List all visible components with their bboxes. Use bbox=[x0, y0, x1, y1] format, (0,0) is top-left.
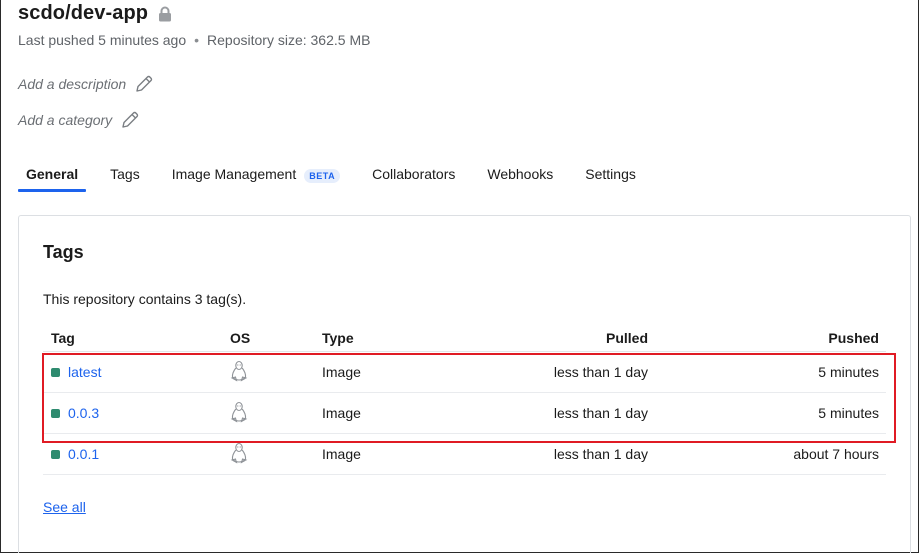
pencil-icon bbox=[120, 110, 140, 130]
status-dot-icon bbox=[51, 408, 60, 418]
tag-cell: 0.0.1 bbox=[43, 446, 208, 462]
repo-tabs: General Tags Image Management BETA Colla… bbox=[18, 162, 660, 192]
tab-label: Image Management bbox=[171, 166, 297, 182]
tag-link[interactable]: 0.0.1 bbox=[68, 446, 99, 462]
column-header-type: Type bbox=[322, 329, 354, 346]
status-dot-icon bbox=[51, 367, 60, 377]
tab-webhooks[interactable]: Webhooks bbox=[479, 162, 561, 192]
tab-collaborators[interactable]: Collaborators bbox=[364, 162, 463, 192]
os-cell bbox=[208, 360, 298, 385]
tag-cell: latest bbox=[43, 364, 208, 380]
tags-table: Tag OS Type Pulled Pushed latest Image l… bbox=[43, 324, 886, 475]
repo-header: scdo/dev-app bbox=[18, 2, 172, 25]
type-cell: Image bbox=[322, 364, 361, 380]
repo-meta: Last pushed 5 minutes ago • Repository s… bbox=[18, 32, 370, 48]
add-description-label: Add a description bbox=[18, 76, 127, 92]
repo-size-text: Repository size: 362.5 MB bbox=[207, 32, 371, 48]
tab-image-management[interactable]: Image Management BETA bbox=[164, 162, 348, 192]
column-header-tag: Tag bbox=[51, 329, 75, 346]
tag-cell: 0.0.3 bbox=[43, 405, 208, 421]
meta-separator: • bbox=[194, 32, 200, 48]
tab-label: Settings bbox=[585, 166, 636, 182]
linux-icon bbox=[229, 401, 249, 423]
tab-label: General bbox=[26, 166, 79, 182]
tags-card-title: Tags bbox=[43, 242, 84, 262]
add-category-label: Add a category bbox=[18, 112, 113, 128]
linux-icon bbox=[229, 360, 249, 382]
add-category-button[interactable]: Add a category bbox=[18, 110, 140, 130]
column-header-pushed: Pushed bbox=[828, 329, 879, 346]
repo-title: scdo/dev-app bbox=[18, 2, 149, 24]
beta-badge: BETA bbox=[304, 169, 341, 183]
table-header: Tag OS Type Pulled Pushed bbox=[43, 324, 886, 352]
tab-settings[interactable]: Settings bbox=[577, 162, 644, 192]
linux-icon bbox=[229, 442, 249, 464]
type-cell: Image bbox=[322, 405, 361, 421]
tab-label: Tags bbox=[110, 166, 140, 182]
lock-icon bbox=[158, 6, 172, 22]
table-row: latest Image less than 1 day 5 minutes bbox=[43, 352, 886, 393]
see-all-link[interactable]: See all bbox=[43, 499, 86, 515]
pulled-cell: less than 1 day bbox=[553, 405, 648, 421]
table-row: 0.0.1 Image less than 1 day about 7 hour… bbox=[43, 434, 886, 475]
pencil-icon bbox=[134, 74, 154, 94]
status-dot-icon bbox=[51, 449, 60, 459]
add-description-button[interactable]: Add a description bbox=[18, 74, 154, 94]
pushed-cell: 5 minutes bbox=[818, 364, 879, 380]
pushed-cell: about 7 hours bbox=[793, 446, 879, 462]
tag-link[interactable]: latest bbox=[68, 364, 101, 380]
tab-label: Collaborators bbox=[372, 166, 456, 182]
column-header-pulled: Pulled bbox=[605, 329, 648, 346]
last-pushed-text: Last pushed 5 minutes ago bbox=[18, 32, 187, 48]
column-header-os: OS bbox=[230, 329, 251, 346]
type-cell: Image bbox=[322, 446, 361, 462]
tab-tags[interactable]: Tags bbox=[102, 162, 148, 192]
pulled-cell: less than 1 day bbox=[553, 446, 648, 462]
os-cell bbox=[208, 442, 298, 467]
tag-link[interactable]: 0.0.3 bbox=[68, 405, 99, 421]
os-cell bbox=[208, 401, 298, 426]
tab-label: Webhooks bbox=[487, 166, 554, 182]
tags-card: Tags This repository contains 3 tag(s). … bbox=[18, 215, 911, 553]
tab-general[interactable]: General bbox=[18, 162, 87, 192]
tags-count-text: This repository contains 3 tag(s). bbox=[43, 291, 247, 307]
table-row: 0.0.3 Image less than 1 day 5 minutes bbox=[43, 393, 886, 434]
pushed-cell: 5 minutes bbox=[818, 405, 879, 421]
pulled-cell: less than 1 day bbox=[553, 364, 648, 380]
